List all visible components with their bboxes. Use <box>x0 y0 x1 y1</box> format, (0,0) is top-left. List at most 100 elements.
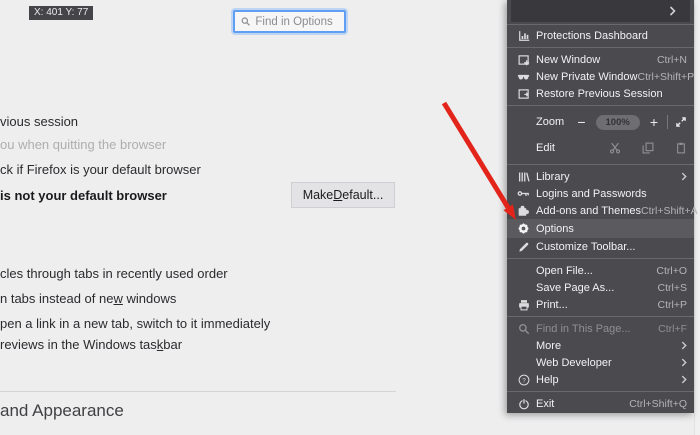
menu-separator <box>507 47 694 48</box>
make-default-button[interactable]: Make Default... <box>291 182 395 208</box>
menu-item-print[interactable]: Print... Ctrl+P <box>507 296 694 313</box>
menu-separator <box>507 164 694 165</box>
option-label-ctrl-tab-cycles: cles through tabs in recently used order <box>0 266 228 281</box>
menu-shortcut: Ctrl+S <box>658 282 687 294</box>
paste-icon[interactable] <box>675 142 687 154</box>
menu-item-find-in-this-page[interactable]: Find in This Page... Ctrl+F <box>507 320 694 337</box>
menu-separator <box>507 258 694 259</box>
status-not-default-browser: is not your default browser <box>0 188 167 203</box>
menu-item-label: Find in This Page... <box>536 323 631 335</box>
menu-item-new-private-window[interactable]: New Private Window Ctrl+Shift+P <box>507 68 694 85</box>
option-label-warn-quitting: ou when quitting the browser <box>0 137 166 152</box>
chevron-right-icon <box>681 358 687 367</box>
search-icon <box>517 322 530 335</box>
menu-separator <box>507 391 694 392</box>
menu-item-label: New Window <box>536 54 600 66</box>
menu-shortcut: Ctrl+Shift+Q <box>629 398 687 410</box>
label-accesskey: w <box>113 291 122 306</box>
menu-item-label: Zoom <box>536 116 564 128</box>
menu-item-partial-top[interactable] <box>507 0 694 22</box>
zoom-out-button[interactable]: − <box>575 115 587 129</box>
menu-separator <box>507 105 694 106</box>
menu-item-label: Protections Dashboard <box>536 30 648 42</box>
menu-shortcut: Ctrl+Shift+A <box>641 205 698 217</box>
chevron-right-icon <box>669 6 676 16</box>
pencil-icon <box>517 240 530 253</box>
search-icon <box>241 16 250 27</box>
menu-item-label: Options <box>536 223 574 235</box>
chevron-right-icon <box>681 172 687 181</box>
menu-item-options[interactable]: Options <box>507 219 694 238</box>
make-default-accesskey: D <box>333 188 342 202</box>
menu-item-library[interactable]: Library <box>507 168 694 185</box>
new-window-icon <box>517 53 530 66</box>
label-part: windows <box>123 291 176 306</box>
divider <box>667 115 668 129</box>
menu-separator <box>507 24 694 25</box>
make-default-label-rest: efault... <box>342 188 383 202</box>
menu-separator <box>507 316 694 317</box>
menu-item-label: New Private Window <box>536 71 637 83</box>
key-icon <box>517 187 530 200</box>
chevron-right-icon <box>681 375 687 384</box>
cut-scissors-icon[interactable] <box>609 142 621 154</box>
menu-item-save-page-as[interactable]: Save Page As... Ctrl+S <box>507 279 694 296</box>
fullscreen-icon[interactable] <box>675 116 687 128</box>
menu-item-customize-toolbar[interactable]: Customize Toolbar... <box>507 238 694 255</box>
menu-shortcut: Ctrl+Shift+P <box>637 71 694 83</box>
library-icon <box>517 170 530 183</box>
option-label-check-default: ck if Firefox is your default browser <box>0 162 201 177</box>
puzzle-icon <box>517 204 530 217</box>
menu-shortcut: Ctrl+P <box>658 299 687 311</box>
option-label-open-in-tabs: n tabs instead of new windows <box>0 291 176 306</box>
make-default-label: Make <box>303 188 334 202</box>
menu-item-exit[interactable]: Exit Ctrl+Shift+Q <box>507 395 694 412</box>
menu-item-zoom: Zoom − 100% + <box>507 109 694 135</box>
menu-item-addons-and-themes[interactable]: Add-ons and Themes Ctrl+Shift+A <box>507 202 694 219</box>
private-mask-icon <box>517 70 530 83</box>
mouse-coordinates-badge: X: 401 Y: 77 <box>29 6 93 20</box>
menu-item-label: Customize Toolbar... <box>536 241 635 253</box>
menu-item-label: Save Page As... <box>536 282 614 294</box>
menu-item-label: Edit <box>536 142 555 154</box>
menu-item-edit: Edit <box>507 135 694 161</box>
menu-shortcut: Ctrl+O <box>656 265 687 277</box>
menu-item-label: Library <box>536 171 570 183</box>
menu-item-label: Print... <box>536 299 568 311</box>
menu-item-logins-and-passwords[interactable]: Logins and Passwords <box>507 185 694 202</box>
menu-item-restore-previous-session[interactable]: Restore Previous Session <box>507 85 694 102</box>
gear-icon <box>517 222 530 235</box>
zoom-in-button[interactable]: + <box>648 115 660 129</box>
menu-item-protections-dashboard[interactable]: Protections Dashboard <box>507 27 694 44</box>
section-divider <box>0 391 396 392</box>
menu-item-help[interactable]: ? Help <box>507 371 694 388</box>
search-input[interactable] <box>255 16 338 28</box>
menu-item-open-file[interactable]: Open File... Ctrl+O <box>507 262 694 279</box>
printer-icon <box>517 298 530 311</box>
menu-shortcut: Ctrl+N <box>657 54 687 66</box>
chevron-right-icon <box>681 341 687 350</box>
page-scrollbar[interactable] <box>694 0 700 435</box>
menu-item-web-developer[interactable]: Web Developer <box>507 354 694 371</box>
menu-item-label: More <box>536 340 561 352</box>
copy-icon[interactable] <box>642 142 654 154</box>
power-icon <box>517 397 530 410</box>
label-part: reviews in the Windows tas <box>0 337 157 352</box>
option-label-previous-session: vious session <box>0 114 78 129</box>
svg-text:?: ? <box>522 377 526 384</box>
bar-chart-icon <box>517 29 530 42</box>
menu-item-new-window[interactable]: New Window Ctrl+N <box>507 51 694 68</box>
menu-item-label: Help <box>536 374 559 386</box>
menu-item-label: Exit <box>536 398 554 410</box>
menu-item-label: Web Developer <box>536 357 612 369</box>
zoom-level-indicator[interactable]: 100% <box>596 115 640 130</box>
menu-item-more[interactable]: More <box>507 337 694 354</box>
option-label-switch-immediately: pen a link in a new tab, switch to it im… <box>0 316 270 331</box>
label-part: n tabs instead of ne <box>0 291 113 306</box>
menu-item-label: Restore Previous Session <box>536 88 663 100</box>
menu-item-label: Open File... <box>536 265 593 277</box>
label-part: bar <box>163 337 182 352</box>
menu-item-label: Logins and Passwords <box>536 188 647 200</box>
restore-session-icon <box>517 87 530 100</box>
find-in-options-searchbox[interactable] <box>233 10 346 33</box>
